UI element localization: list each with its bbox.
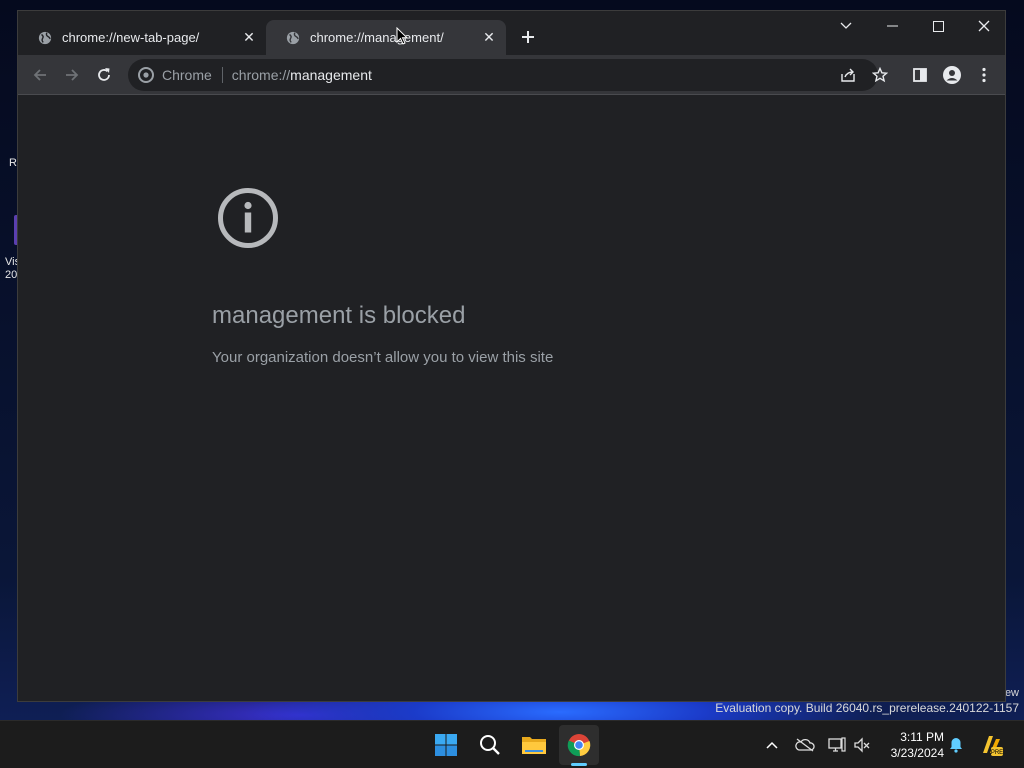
page-content: management is blocked Your organization … <box>18 95 1005 701</box>
url-host: management <box>290 67 372 83</box>
share-icon <box>841 68 855 82</box>
minimize-button[interactable] <box>869 11 915 41</box>
tab-title: chrome://new-tab-page/ <box>62 30 200 45</box>
bookmark-button[interactable] <box>866 61 894 89</box>
reload-icon <box>98 68 110 81</box>
tab-close-icon[interactable]: ✕ <box>240 29 258 47</box>
cloud-offline-icon <box>795 738 815 752</box>
tab-search-button[interactable] <box>823 11 869 41</box>
url-scheme: chrome:// <box>231 67 291 83</box>
active-app-indicator <box>571 763 587 766</box>
svg-text:PRE: PRE <box>991 750 1003 756</box>
notifications-button[interactable] <box>944 733 968 757</box>
profile-button[interactable] <box>938 61 966 89</box>
taskbar: 3:11 PM 3/23/2024 PRE <box>0 720 1024 768</box>
volume-tray-button[interactable] <box>850 733 874 757</box>
clock[interactable]: 3:11 PM 3/23/2024 <box>882 729 944 761</box>
tab-management[interactable]: chrome://management/ ✕ <box>266 20 506 55</box>
address-bar[interactable]: Chrome chrome://management <box>128 59 878 91</box>
folder-icon <box>522 737 546 754</box>
search-button[interactable] <box>470 725 510 765</box>
omnibox-url[interactable]: chrome://management <box>232 67 372 83</box>
copilot-preview-button[interactable]: PRE <box>979 733 1003 757</box>
windows-logo-icon <box>435 734 457 756</box>
error-description: Your organization doesn’t allow you to v… <box>212 349 554 366</box>
error-heading: management is blocked <box>212 302 466 329</box>
arrow-left-icon <box>33 69 46 81</box>
clock-date: 3/23/2024 <box>890 746 944 760</box>
start-button[interactable] <box>426 725 466 765</box>
globe-icon <box>38 31 52 44</box>
maximize-icon <box>932 20 944 32</box>
omnibox-origin-chip[interactable]: Chrome <box>162 67 212 83</box>
reload-button[interactable] <box>90 61 118 89</box>
toolbar: Chrome chrome://management <box>18 55 1005 95</box>
close-window-button[interactable] <box>961 11 1007 41</box>
new-tab-button[interactable] <box>516 25 540 49</box>
omnibox-separator <box>221 67 223 83</box>
close-icon <box>978 20 990 32</box>
tab-close-icon[interactable]: ✕ <box>480 29 498 47</box>
title-bar[interactable]: chrome://new-tab-page/ ✕ chrome://manage… <box>18 11 1005 55</box>
chrome-taskbar-button[interactable] <box>559 725 599 765</box>
profile-avatar-icon <box>943 66 961 84</box>
network-tray-button[interactable] <box>825 733 849 757</box>
arrow-right-icon <box>66 69 79 81</box>
kebab-menu-icon <box>982 67 986 83</box>
onedrive-tray-button[interactable] <box>793 733 817 757</box>
chrome-logo-icon <box>138 67 154 83</box>
side-panel-icon <box>913 68 927 82</box>
star-icon <box>872 67 888 83</box>
chevron-up-icon <box>766 741 778 749</box>
desktop-icon-label-partial[interactable]: R <box>9 157 17 170</box>
clock-time: 3:11 PM <box>900 730 944 744</box>
chrome-icon <box>567 734 591 757</box>
watermark-partial: ew <box>1004 687 1019 699</box>
network-icon <box>828 737 846 752</box>
file-explorer-button[interactable] <box>514 725 554 765</box>
tab-new-tab-page[interactable]: chrome://new-tab-page/ ✕ <box>18 20 266 55</box>
maximize-button[interactable] <box>915 11 961 41</box>
show-hidden-icons-button[interactable] <box>760 733 784 757</box>
back-button[interactable] <box>26 61 54 89</box>
search-icon <box>480 735 500 755</box>
chrome-window: chrome://new-tab-page/ ✕ chrome://manage… <box>17 10 1006 702</box>
info-icon <box>218 188 278 248</box>
chevron-down-icon <box>840 22 852 29</box>
copilot-pre-icon: PRE <box>983 736 1003 756</box>
minimize-icon <box>886 25 898 27</box>
bell-icon <box>950 738 962 753</box>
side-panel-button[interactable] <box>906 61 934 89</box>
forward-button[interactable] <box>58 61 86 89</box>
globe-icon <box>286 31 300 44</box>
plus-icon <box>522 31 534 43</box>
volume-muted-icon <box>854 737 870 753</box>
menu-button[interactable] <box>970 61 998 89</box>
tab-title: chrome://management/ <box>310 30 444 45</box>
share-button[interactable] <box>834 61 862 89</box>
evaluation-watermark: Evaluation copy. Build 26040.rs_prerelea… <box>715 701 1019 715</box>
mouse-cursor-icon <box>396 27 408 45</box>
